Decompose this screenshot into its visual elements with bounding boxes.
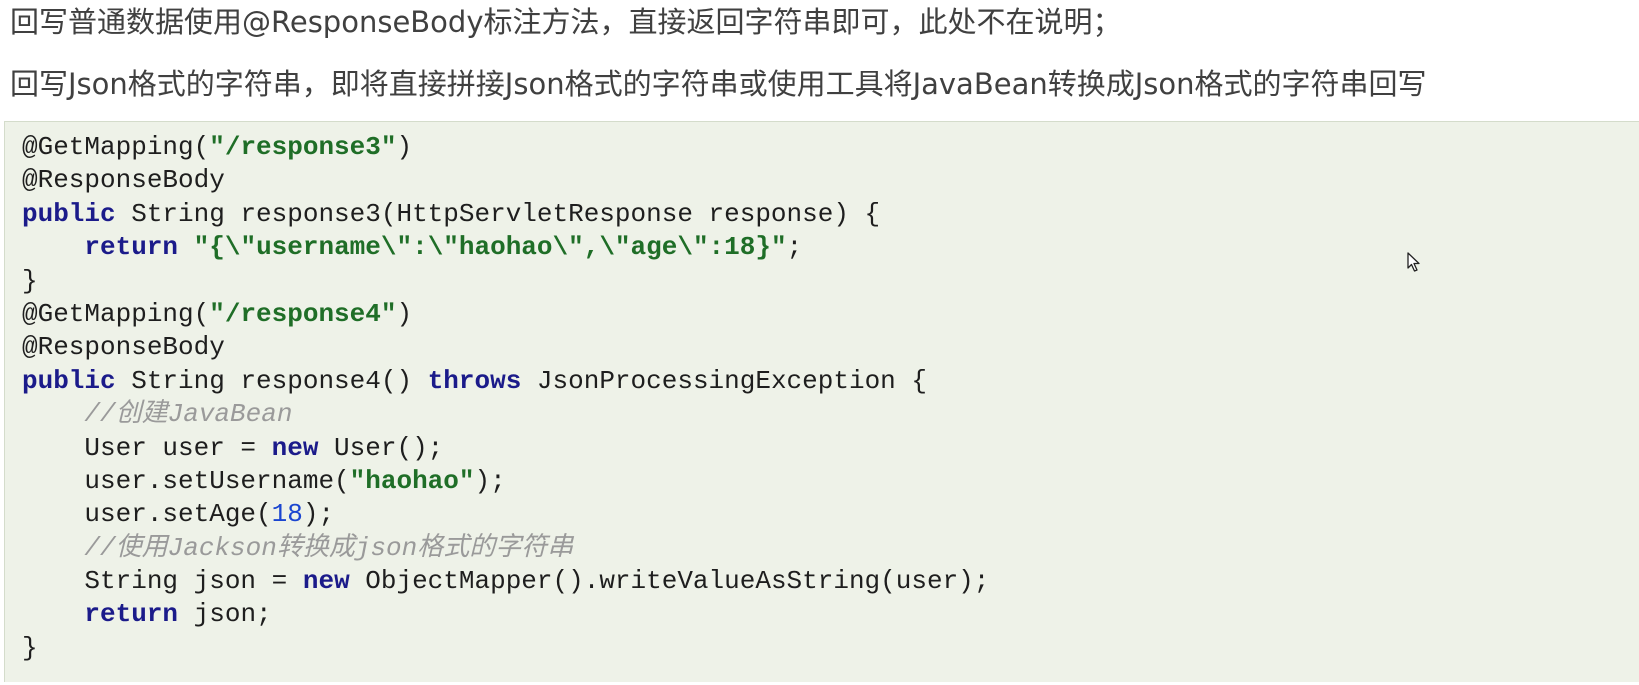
code-token: JsonProcessingException { (521, 365, 927, 396)
java-code: @GetMapping("/response3") @ResponseBody pu… (22, 131, 989, 665)
string-token: "/response4" (209, 298, 397, 329)
code-line: @GetMapping("/response3") (22, 131, 989, 164)
code-token: user.setAge( (22, 499, 272, 530)
code-line: @ResponseBody (22, 164, 989, 197)
intro-text-json-string: 回写Json格式的字符串，即将直接拼接Json格式的字符串或使用工具将JavaB… (10, 67, 1427, 101)
comment-token: //使用Jackson转换成json格式的字符串 (84, 532, 574, 563)
code-token: User user = (22, 432, 272, 463)
keyword-token: return (84, 599, 179, 630)
comment-token: //创建JavaBean (84, 399, 293, 430)
code-token: @ResponseBody (22, 332, 225, 363)
code-line: return json; (22, 598, 989, 631)
code-token: } (22, 265, 38, 296)
code-line: } (22, 265, 989, 298)
code-token: ) (396, 298, 413, 329)
code-token: ObjectMapper().writeValueAsString(user); (349, 566, 990, 597)
string-token: "haohao" (349, 465, 475, 496)
code-token: String json = (22, 566, 303, 597)
code-token: User(); (318, 432, 444, 463)
code-line: user.setUsername("haohao"); (22, 465, 989, 498)
code-token: ) (396, 132, 413, 162)
code-token: ; (786, 232, 803, 263)
number-token: 18 (271, 499, 303, 530)
code-line: @ResponseBody (22, 331, 989, 364)
code-line: //创建JavaBean (22, 398, 989, 431)
code-line: public String response4() throws JsonPro… (22, 365, 989, 398)
keyword-token: new (302, 566, 350, 597)
document-page: 回写普通数据使用@ResponseBody标注方法，直接返回字符串即可，此处不在… (0, 0, 1639, 685)
code-token: user.setUsername( (22, 465, 350, 496)
code-line: } (22, 632, 989, 665)
code-line: User user = new User(); (22, 432, 989, 465)
code-line: String json = new ObjectMapper().writeVa… (22, 565, 989, 598)
code-token: String response4() (115, 365, 428, 396)
keyword-token: return (84, 232, 179, 263)
string-token: "{\"username\":\"haohao\",\"age\":18}" (193, 232, 787, 263)
code-token: @ResponseBody (22, 165, 225, 196)
code-line: public String response3(HttpServletRespo… (22, 198, 989, 231)
intro-text-response-body: 回写普通数据使用@ResponseBody标注方法，直接返回字符串即可，此处不在… (10, 5, 1122, 39)
code-line: //使用Jackson转换成json格式的字符串 (22, 532, 989, 565)
code-token: } (22, 632, 38, 663)
code-token: @GetMapping( (22, 298, 210, 329)
code-block: @GetMapping("/response3") @ResponseBody pu… (4, 121, 1639, 682)
string-token: "/response3" (209, 132, 397, 162)
code-token: @GetMapping( (22, 132, 210, 162)
code-line: user.setAge(18); (22, 498, 989, 531)
code-token: ); (302, 499, 335, 530)
code-token: ); (474, 465, 506, 496)
mouse-pointer-icon (1407, 252, 1420, 272)
code-token: String response3(HttpServletResponse res… (115, 198, 881, 229)
keyword-token: public (22, 365, 116, 396)
code-line: @GetMapping("/response4") (22, 298, 989, 331)
keyword-token: new (271, 432, 319, 463)
code-line: return "{\"username\":\"haohao\",\"age\"… (22, 231, 989, 264)
code-token: json; (178, 599, 272, 630)
keyword-token: throws (427, 365, 522, 396)
keyword-token: public (22, 198, 116, 229)
